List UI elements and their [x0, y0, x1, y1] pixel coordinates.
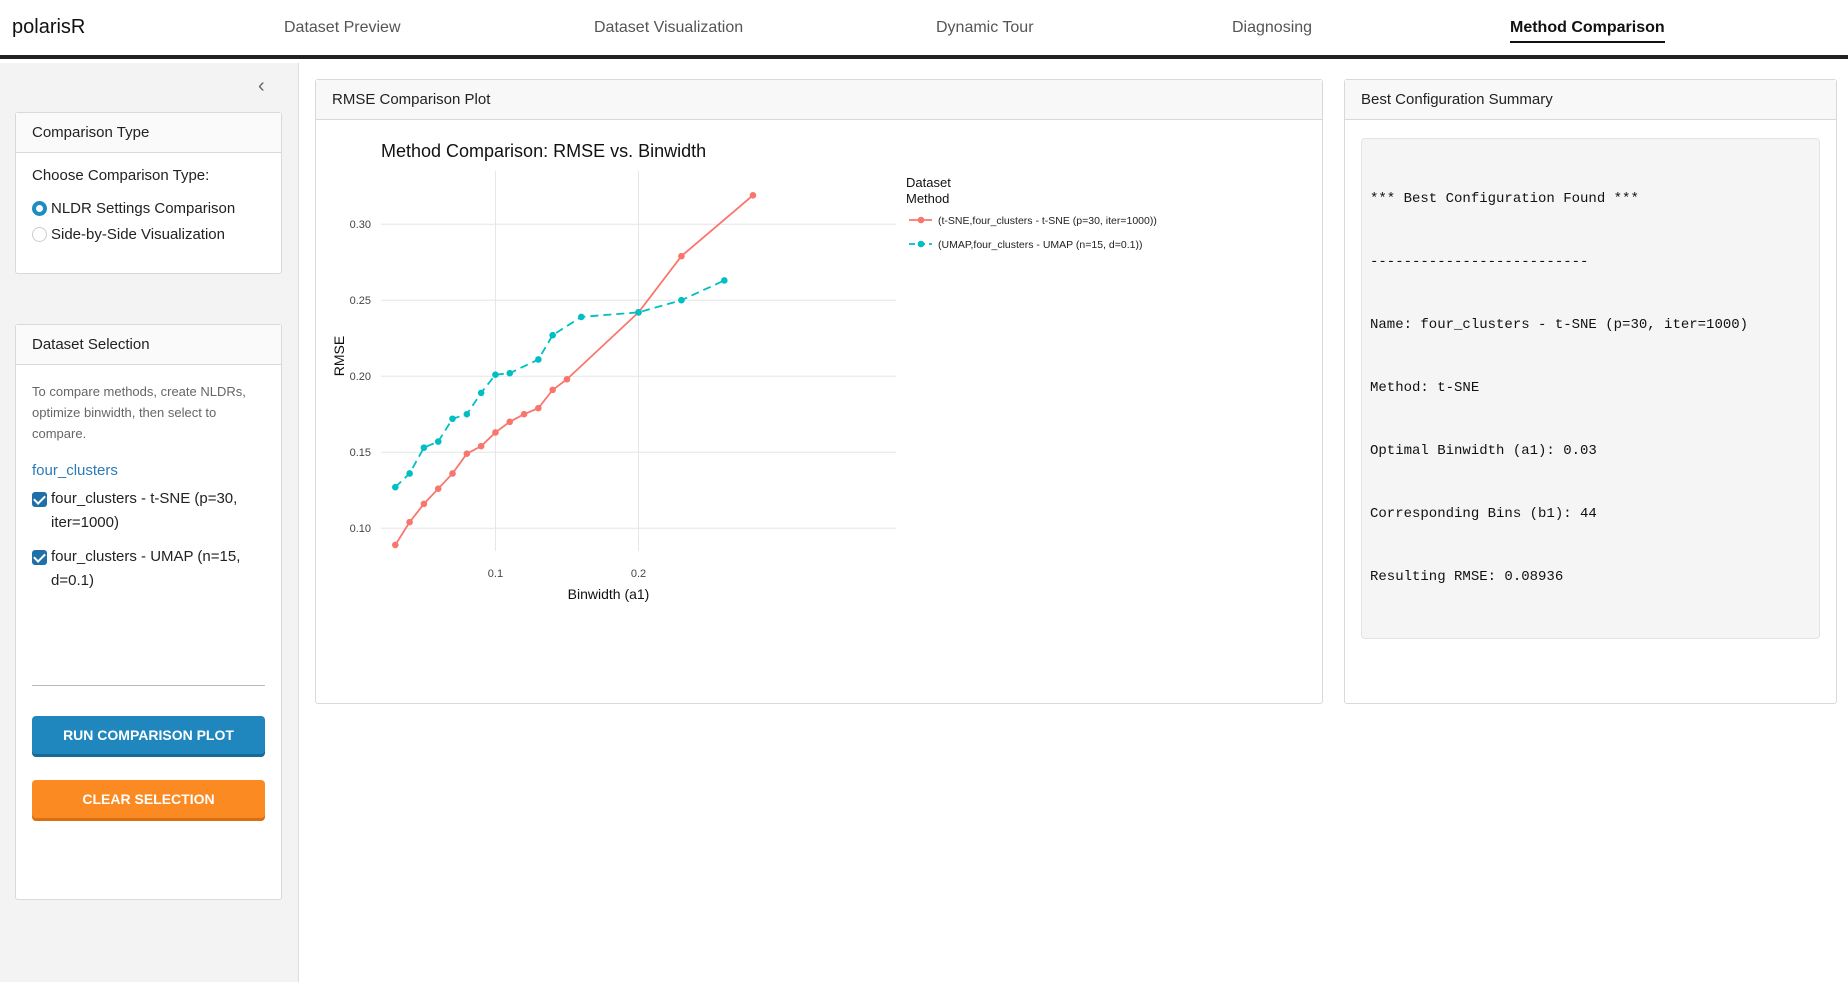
y-tick-label: 0.20 [350, 371, 371, 383]
data-point-1 [420, 444, 428, 451]
data-point-1 [463, 410, 471, 418]
comparison-type-title: Comparison Type [16, 113, 281, 153]
radio-selected-icon[interactable] [32, 200, 47, 216]
data-point-0 [449, 470, 456, 477]
dataset-selection-card: Dataset Selection To compare methods, cr… [15, 324, 282, 900]
data-point-1 [492, 371, 499, 378]
data-point-1 [477, 389, 485, 397]
tab-dataset-visualization[interactable]: Dataset Visualization [594, 19, 743, 37]
run-comparison-button[interactable]: RUN COMPARISON PLOT [32, 716, 265, 754]
chart-series [392, 192, 757, 549]
data-point-1 [635, 309, 642, 316]
summary-line: *** Best Configuration Found *** [1370, 191, 1639, 207]
y-tick-label: 0.10 [350, 523, 371, 535]
rmse-plot-header: RMSE Comparison Plot [316, 80, 1322, 120]
x-tick-label: 0.1 [488, 568, 503, 580]
y-tick-label: 0.30 [350, 219, 371, 231]
legend-entry-label: (UMAP,four_clusters - UMAP (n=15, d=0.1)… [938, 239, 1142, 251]
summary-line: -------------------------- [1370, 254, 1589, 270]
comparison-type-card: Comparison Type Choose Comparison Type: … [15, 112, 282, 274]
y-axis-ticks: 0.10 0.15 0.20 0.25 0.30 [350, 219, 371, 535]
y-axis-label: RMSE [331, 336, 347, 376]
data-point-1 [535, 356, 542, 363]
y-tick-label: 0.25 [350, 295, 371, 307]
summary-line: Optimal Binwidth (a1): 0.03 [1370, 443, 1597, 459]
chart-grid [381, 171, 896, 551]
collapse-sidebar-icon[interactable]: ‹ [258, 75, 265, 98]
data-point-0 [463, 450, 471, 458]
top-navbar: polarisR Dataset Preview Dataset Visuali… [0, 0, 1848, 59]
summary-line: Method: t-SNE [1370, 380, 1480, 396]
checkbox-umap[interactable]: four_clusters - UMAP (n=15, d=0.1) [32, 545, 265, 593]
radio-label: Side-by-Side Visualization [51, 225, 225, 243]
data-point-0 [406, 518, 413, 526]
data-point-0 [549, 386, 556, 394]
data-point-0 [563, 375, 571, 383]
sidebar: ‹ Comparison Type Choose Comparison Type… [0, 63, 299, 982]
best-config-header: Best Configuration Summary [1345, 80, 1836, 120]
dataset-selection-help: To compare methods, create NLDRs, optimi… [32, 384, 246, 441]
summary-line: Name: four_clusters - t-SNE (p=30, iter=… [1370, 317, 1749, 333]
tab-dynamic-tour[interactable]: Dynamic Tour [936, 19, 1034, 37]
dataset-selection-title: Dataset Selection [16, 325, 281, 365]
dataset-link[interactable]: four_clusters [32, 462, 265, 479]
legend-title: Dataset [906, 175, 951, 190]
tab-diagnosing[interactable]: Diagnosing [1232, 19, 1312, 37]
series-line-0 [394, 194, 754, 546]
summary-line: Corresponding Bins (b1): 44 [1370, 506, 1597, 522]
legend-key-point [917, 216, 925, 224]
best-config-output: *** Best Configuration Found *** -------… [1361, 138, 1820, 639]
checkbox-label: four_clusters - t-SNE (p=30, iter=1000) [51, 490, 238, 531]
tab-dataset-preview[interactable]: Dataset Preview [284, 19, 401, 37]
data-point-0 [492, 429, 499, 436]
summary-line: Resulting RMSE: 0.08936 [1370, 569, 1564, 585]
data-point-0 [434, 485, 442, 492]
y-tick-label: 0.15 [350, 447, 371, 459]
clear-selection-button[interactable]: CLEAR SELECTION [32, 780, 265, 818]
data-point-0 [749, 192, 757, 199]
rmse-plot-panel: RMSE Comparison Plot Method Comparison: … [315, 79, 1323, 704]
data-point-1 [406, 470, 413, 477]
checkbox-label: four_clusters - UMAP (n=15, d=0.1) [51, 548, 241, 589]
data-point-0 [392, 541, 399, 549]
radio-nldr-settings[interactable]: NLDR Settings Comparison [32, 198, 265, 218]
data-point-1 [721, 277, 728, 284]
data-point-0 [535, 404, 542, 412]
data-point-0 [506, 418, 514, 426]
checkbox-checked-icon[interactable] [32, 550, 47, 565]
legend-entry-label: (t-SNE,four_clusters - t-SNE (p=30, iter… [938, 215, 1157, 227]
data-point-0 [477, 442, 485, 450]
rmse-comparison-chart: Method Comparison: RMSE vs. Binwidth 0.1… [331, 141, 1157, 602]
data-point-1 [577, 313, 585, 321]
data-point-0 [520, 410, 528, 418]
data-point-0 [678, 252, 685, 260]
tab-method-comparison[interactable]: Method Comparison [1510, 19, 1665, 43]
legend-title: Method [906, 191, 949, 206]
data-point-1 [549, 331, 556, 339]
x-tick-label: 0.2 [631, 568, 646, 580]
divider [32, 685, 265, 686]
checkbox-checked-icon[interactable] [32, 492, 47, 507]
x-axis-label: Binwidth (a1) [568, 586, 650, 602]
checkbox-tsne[interactable]: four_clusters - t-SNE (p=30, iter=1000) [32, 487, 265, 535]
data-point-1 [506, 369, 514, 377]
data-point-1 [392, 483, 399, 491]
radio-unselected-icon[interactable] [32, 226, 47, 242]
data-point-0 [420, 500, 428, 508]
best-config-panel: Best Configuration Summary *** Best Conf… [1344, 79, 1837, 704]
radio-label: NLDR Settings Comparison [51, 199, 236, 217]
comparison-type-prompt: Choose Comparison Type: [32, 167, 210, 184]
data-point-1 [434, 438, 442, 445]
data-point-1 [678, 296, 685, 304]
chart-title: Method Comparison: RMSE vs. Binwidth [381, 141, 706, 161]
data-point-1 [449, 415, 456, 423]
chart-legend: DatasetMethod (t-SNE,four_clusters - t-SN… [906, 175, 1157, 251]
app-brand: polarisR [12, 16, 86, 38]
radio-side-by-side[interactable]: Side-by-Side Visualization [32, 224, 265, 244]
x-axis-ticks: 0.1 0.2 [488, 568, 646, 580]
legend-key-point [917, 240, 925, 248]
